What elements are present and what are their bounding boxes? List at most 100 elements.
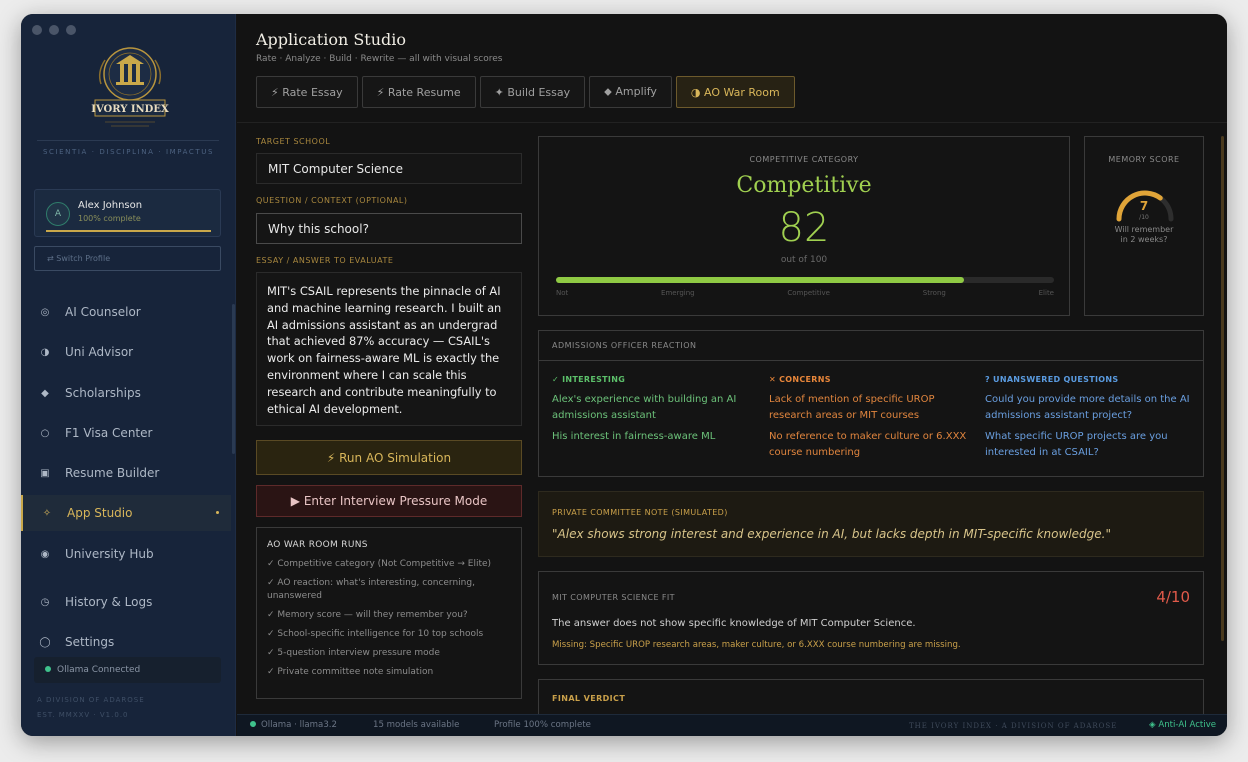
sidebar-item-label: History & Logs bbox=[65, 595, 153, 609]
memory-score-label: MEMORY SCORE bbox=[1108, 155, 1180, 164]
competitive-scale: Not Emerging Competitive Strong Elite bbox=[556, 289, 1054, 297]
scale-tick: Strong bbox=[922, 289, 946, 297]
square-icon: ▣ bbox=[40, 467, 50, 479]
sidebar-item-university-hub[interactable]: ◉ University Hub bbox=[21, 536, 231, 572]
sidebar-item-label: University Hub bbox=[65, 547, 154, 561]
question-label: QUESTION / CONTEXT (OPTIONAL) bbox=[256, 196, 408, 205]
profile-progress-bar bbox=[46, 230, 211, 232]
svg-text:IVORY INDEX: IVORY INDEX bbox=[91, 104, 169, 115]
competitive-label: COMPETITIVE CATEGORY bbox=[749, 155, 859, 164]
scale-tick: Competitive bbox=[787, 289, 830, 297]
committee-note-card: PRIVATE COMMITTEE NOTE (SIMULATED) "Alex… bbox=[538, 491, 1204, 557]
scale-tick: Emerging bbox=[661, 289, 695, 297]
sidebar-item-label: F1 Visa Center bbox=[65, 426, 153, 440]
competitive-category-card: COMPETITIVE CATEGORY Competitive 82 out … bbox=[538, 136, 1070, 316]
app-window: IVORY INDEX SCIENTIA · DISCIPLINA · IMPA… bbox=[21, 14, 1227, 736]
war-room-item: ✓ Private committee note simulation bbox=[267, 667, 434, 677]
essay-textarea[interactable]: MIT's CSAIL represents the pinnacle of A… bbox=[256, 272, 522, 426]
ollama-status-label: Ollama Connected bbox=[57, 665, 141, 675]
switch-profile-button[interactable]: ⇄ Switch Profile bbox=[34, 246, 221, 271]
tab-rate-essay[interactable]: ⚡ Rate Essay bbox=[256, 76, 358, 108]
war-room-runs-title: AO WAR ROOM RUNS bbox=[267, 540, 368, 550]
ollama-status: Ollama Connected bbox=[34, 657, 221, 683]
status-bar: Ollama · llama3.2 15 models available Pr… bbox=[237, 714, 1227, 736]
model-status: Ollama · llama3.2 bbox=[250, 720, 337, 730]
run-ao-simulation-button[interactable]: ⚡ Run AO Simulation bbox=[256, 440, 522, 475]
target-school-input[interactable]: MIT Computer Science bbox=[256, 153, 522, 184]
unanswered-column: ? UNANSWERED QUESTIONS Could you provide… bbox=[985, 375, 1191, 466]
tab-amplify[interactable]: ⬥ Amplify bbox=[589, 76, 672, 108]
interesting-heading: ✓ INTERESTING bbox=[552, 375, 626, 384]
sidebar-item-history-logs[interactable]: ◷ History & Logs bbox=[21, 584, 231, 620]
brand-footer: THE IVORY INDEX · A DIVISION OF ADAROSE bbox=[909, 722, 1118, 730]
minimize-window-button[interactable] bbox=[49, 25, 59, 35]
profile-name: Alex Johnson bbox=[78, 200, 143, 211]
school-fit-label: MIT COMPUTER SCIENCE FIT bbox=[552, 593, 675, 602]
sparkle-icon: ✧ bbox=[42, 507, 52, 519]
sidebar-divider bbox=[37, 140, 219, 141]
models-available: 15 models available bbox=[373, 720, 460, 730]
essay-label: ESSAY / ANSWER TO EVALUATE bbox=[256, 256, 394, 265]
memory-caption-line: in 2 weeks? bbox=[1120, 235, 1168, 244]
sidebar: IVORY INDEX SCIENTIA · DISCIPLINA · IMPA… bbox=[21, 14, 236, 736]
tab-ao-war-room[interactable]: ◑ AO War Room bbox=[675, 76, 795, 108]
sidebar-item-settings[interactable]: ◯ Settings bbox=[21, 624, 231, 660]
division-text: A DIVISION OF ADAROSE bbox=[37, 696, 145, 704]
sidebar-item-scholarships[interactable]: ◆ Scholarships bbox=[21, 375, 231, 411]
sidebar-item-label: Settings bbox=[65, 635, 115, 649]
sidebar-item-ai-counselor[interactable]: ◎ AI Counselor bbox=[21, 294, 231, 330]
memory-score-card: MEMORY SCORE 7 /10 Will remember in 2 we… bbox=[1084, 136, 1204, 316]
competitive-progress-track bbox=[556, 277, 1054, 283]
sidebar-item-app-studio[interactable]: ✧ App Studio bbox=[21, 495, 231, 531]
tab-rate-resume[interactable]: ⚡ Rate Resume bbox=[361, 76, 476, 108]
window-controls bbox=[32, 25, 76, 35]
tab-bar: ⚡ Rate Essay ⚡ Rate Resume ✦ Build Essay… bbox=[256, 76, 795, 108]
maximize-window-button[interactable] bbox=[66, 25, 76, 35]
war-room-item: ✓ Competitive category (Not Competitive … bbox=[267, 559, 492, 569]
sidebar-item-f1-visa-center[interactable]: ○ F1 Visa Center bbox=[21, 415, 231, 451]
school-fit-card: MIT COMPUTER SCIENCE FIT 4/10 The answer… bbox=[538, 571, 1204, 665]
ao-reaction-card: ADMISSIONS OFFICER REACTION ✓ INTERESTIN… bbox=[538, 330, 1204, 477]
profile-card[interactable]: A Alex Johnson 100% complete bbox=[34, 189, 221, 237]
unanswered-item: What specific UROP projects are you inte… bbox=[985, 431, 1168, 458]
memory-score-value: 7 bbox=[1139, 199, 1149, 213]
memory-caption-line: Will remember bbox=[1114, 225, 1174, 234]
unanswered-item: Could you provide more details on the AI… bbox=[985, 394, 1190, 421]
status-dot-icon bbox=[45, 665, 51, 672]
war-room-item: ✓ 5-question interview pressure mode bbox=[267, 648, 440, 658]
concern-item: Lack of mention of specific UROP researc… bbox=[769, 394, 935, 421]
committee-note-text: "Alex shows strong interest and experien… bbox=[552, 527, 1111, 541]
sidebar-item-label: Uni Advisor bbox=[65, 345, 134, 359]
circle-icon: ○ bbox=[40, 427, 50, 439]
sidebar-item-label: AI Counselor bbox=[65, 305, 141, 319]
war-room-item: ✓ Memory score — will they remember you? bbox=[267, 610, 468, 620]
competitive-category: Competitive bbox=[736, 173, 872, 198]
model-label: Ollama · llama3.2 bbox=[261, 720, 337, 730]
sidebar-item-label: Resume Builder bbox=[65, 466, 160, 480]
concerns-column: ✕ CONCERNS Lack of mention of specific U… bbox=[769, 375, 975, 466]
memory-caption: Will remember in 2 weeks? bbox=[1085, 225, 1203, 245]
main-scrollbar[interactable] bbox=[1221, 136, 1224, 641]
concern-item: No reference to maker culture or 6.XXX c… bbox=[769, 431, 967, 458]
motto: SCIENTIA · DISCIPLINA · IMPACTUS bbox=[42, 148, 215, 156]
anti-ai-status: ◈ Anti-AI Active bbox=[1149, 720, 1217, 730]
half-circle-icon: ◑ bbox=[40, 346, 50, 358]
sidebar-scrollbar[interactable] bbox=[232, 304, 235, 454]
sidebar-item-resume-builder[interactable]: ▣ Resume Builder bbox=[21, 455, 231, 491]
tab-build-essay[interactable]: ✦ Build Essay bbox=[479, 76, 586, 108]
unanswered-heading: ? UNANSWERED QUESTIONS bbox=[985, 375, 1119, 384]
close-window-button[interactable] bbox=[32, 25, 42, 35]
memory-score-unit: /10 bbox=[1139, 214, 1149, 221]
interesting-item: His interest in fairness-aware ML bbox=[552, 431, 716, 442]
school-fit-score: 4/10 bbox=[1156, 588, 1190, 606]
school-fit-missing: Missing: Specific UROP research areas, m… bbox=[552, 640, 961, 650]
version-text: EST. MMXXV · V1.0.0 bbox=[37, 711, 129, 719]
scale-tick: Elite bbox=[1038, 289, 1054, 297]
sidebar-item-label: Scholarships bbox=[65, 386, 141, 400]
profile-completion: 100% complete bbox=[78, 214, 141, 223]
interview-pressure-button[interactable]: ▶ Enter Interview Pressure Mode bbox=[256, 485, 522, 517]
page-subtitle: Rate · Analyze · Build · Rewrite — all w… bbox=[256, 54, 503, 64]
question-input[interactable]: Why this school? bbox=[256, 213, 522, 244]
sidebar-item-uni-advisor[interactable]: ◑ Uni Advisor bbox=[21, 334, 231, 370]
war-room-item: ✓ School-specific intelligence for 10 to… bbox=[267, 629, 484, 639]
